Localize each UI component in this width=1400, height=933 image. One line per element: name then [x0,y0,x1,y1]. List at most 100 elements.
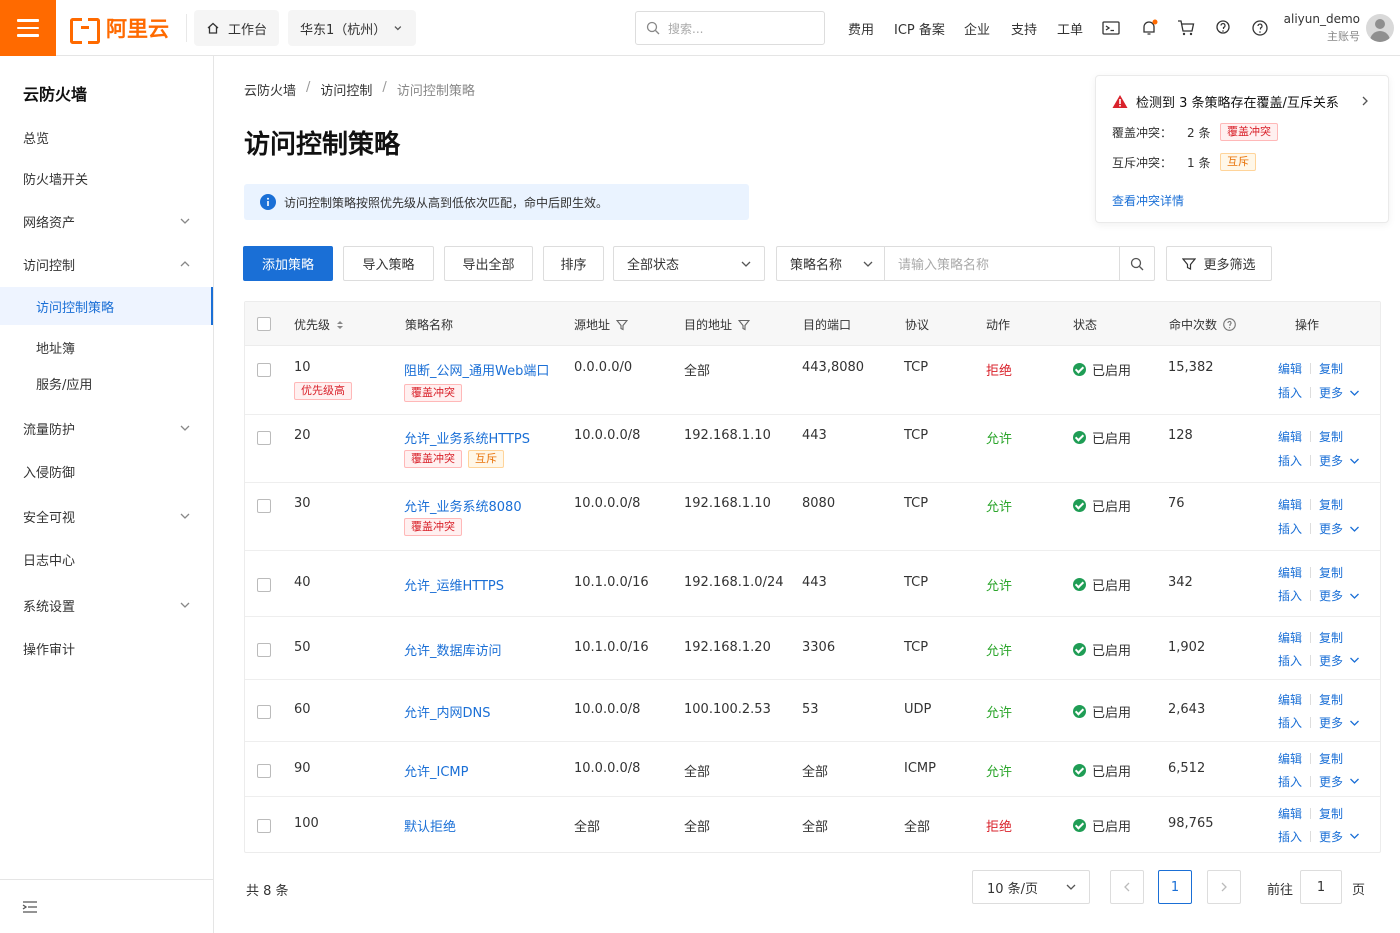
insert-link[interactable]: 插入 [1278,587,1302,604]
status-select[interactable]: 全部状态 [613,246,765,281]
page-1-button[interactable]: 1 [1158,870,1192,904]
search-field-select[interactable]: 策略名称 [776,246,885,281]
bell-icon[interactable] [1139,18,1159,38]
copy-link[interactable]: 复制 [1319,360,1343,377]
row-checkbox[interactable] [257,578,271,592]
prev-page-button[interactable] [1110,870,1144,904]
sidebar-item-access-policy[interactable]: 访问控制策略 [0,287,213,325]
row-checkbox[interactable] [257,642,271,657]
chevron-right-icon[interactable] [1360,95,1370,107]
sidebar-item-system-settings[interactable]: 系统设置 [0,587,213,623]
sidebar-item-services[interactable]: 服务/应用 [0,365,213,401]
more-link[interactable]: 更多 [1319,714,1360,731]
region-select[interactable]: 华东1（杭州） [288,10,416,46]
search-button[interactable] [1119,246,1155,281]
insert-link[interactable]: 插入 [1278,452,1302,469]
row-checkbox[interactable] [257,818,271,833]
insert-link[interactable]: 插入 [1278,773,1302,790]
policy-name-input[interactable]: 请输入策略名称 [884,246,1120,281]
copy-link[interactable]: 复制 [1319,629,1343,646]
col-priority[interactable]: 优先级 [294,316,344,333]
sidebar-item-overview[interactable]: 总览 [0,119,213,155]
copy-link[interactable]: 复制 [1319,750,1343,767]
edit-link[interactable]: 编辑 [1278,805,1302,822]
nav-enterprise[interactable]: 企业 [964,0,990,56]
copy-link[interactable]: 复制 [1319,496,1343,513]
more-link[interactable]: 更多 [1319,587,1360,604]
insert-link[interactable]: 插入 [1278,520,1302,537]
more-link[interactable]: 更多 [1319,773,1360,790]
question-icon[interactable] [1223,318,1236,331]
view-conflict-details-link[interactable]: 查看冲突详情 [1112,192,1184,209]
sidebar-item-address-book[interactable]: 地址簿 [0,329,213,365]
more-filters-button[interactable]: 更多筛选 [1166,246,1272,281]
sidebar-item-traffic-protection[interactable]: 流量防护 [0,410,213,446]
page-size-select[interactable]: 10 条/页 [972,870,1090,904]
edit-link[interactable]: 编辑 [1278,750,1302,767]
cell-policy-name[interactable]: 允许_ICMP [404,761,468,780]
sidebar-item-audit[interactable]: 操作审计 [0,630,213,666]
collapse-sidebar-icon[interactable] [22,900,38,914]
more-link[interactable]: 更多 [1319,828,1360,845]
hamburger-menu-icon[interactable] [0,0,56,56]
insert-link[interactable]: 插入 [1278,828,1302,845]
edit-link[interactable]: 编辑 [1278,629,1302,646]
breadcrumb-item[interactable]: 访问控制 [320,80,372,99]
copy-link[interactable]: 复制 [1319,428,1343,445]
copy-link[interactable]: 复制 [1319,564,1343,581]
more-link[interactable]: 更多 [1319,384,1360,401]
nav-support[interactable]: 支持 [1011,0,1037,56]
row-checkbox[interactable] [257,763,271,778]
sidebar-item-intrusion-prevention[interactable]: 入侵防御 [0,453,213,489]
question-icon[interactable] [1250,18,1270,38]
row-checkbox[interactable] [257,431,271,445]
next-page-button[interactable] [1207,870,1241,904]
cell-policy-name[interactable]: 允许_内网DNS [404,702,491,721]
breadcrumb-item[interactable]: 云防火墙 [244,80,296,99]
workbench-button[interactable]: 工作台 [194,10,280,46]
insert-link[interactable]: 插入 [1278,714,1302,731]
col-destination[interactable]: 目的地址 [684,316,751,333]
nav-ticket[interactable]: 工单 [1057,0,1083,56]
user-account[interactable]: aliyun_demo 主账号 [1282,12,1360,44]
sidebar-item-firewall-switch[interactable]: 防火墙开关 [0,160,213,196]
edit-link[interactable]: 编辑 [1278,428,1302,445]
cell-policy-name[interactable]: 允许_业务系统HTTPS [404,428,530,447]
copy-link[interactable]: 复制 [1319,805,1343,822]
sidebar-item-log-center[interactable]: 日志中心 [0,541,213,577]
export-all-button[interactable]: 导出全部 [444,246,533,281]
more-link[interactable]: 更多 [1319,652,1360,669]
sidebar-item-security-visibility[interactable]: 安全可视 [0,498,213,534]
cell-policy-name[interactable]: 允许_业务系统8080 [404,496,522,515]
cell-policy-name[interactable]: 允许_数据库访问 [404,640,502,659]
sidebar-item-network-assets[interactable]: 网络资产 [0,203,213,239]
row-checkbox[interactable] [257,499,271,513]
copy-link[interactable]: 复制 [1319,691,1343,708]
nav-fees[interactable]: 费用 [848,0,874,56]
cell-policy-name[interactable]: 允许_运维HTTPS [404,575,504,594]
edit-link[interactable]: 编辑 [1278,360,1302,377]
cart-icon[interactable] [1176,18,1196,38]
edit-link[interactable]: 编辑 [1278,496,1302,513]
edit-link[interactable]: 编辑 [1278,691,1302,708]
import-policy-button[interactable]: 导入策略 [343,246,434,281]
global-search-input[interactable]: 搜索... [635,11,825,45]
aliyun-logo[interactable]: 阿里云 [70,14,169,44]
more-link[interactable]: 更多 [1319,520,1360,537]
row-checkbox[interactable] [257,705,271,719]
col-source[interactable]: 源地址 [574,316,629,333]
nav-icp[interactable]: ICP 备案 [894,0,945,56]
cell-policy-name[interactable]: 阻断_公网_通用Web端口 [404,360,549,379]
insert-link[interactable]: 插入 [1278,384,1302,401]
goto-page-input[interactable]: 1 [1300,870,1342,904]
more-link[interactable]: 更多 [1319,452,1360,469]
sort-button[interactable]: 排序 [543,246,604,281]
help-location-icon[interactable] [1213,18,1233,38]
add-policy-button[interactable]: 添加策略 [243,246,333,281]
insert-link[interactable]: 插入 [1278,652,1302,669]
avatar[interactable] [1366,14,1394,42]
select-all-checkbox[interactable] [257,317,271,331]
row-checkbox[interactable] [257,363,271,377]
cell-policy-name[interactable]: 默认拒绝 [404,816,456,835]
terminal-icon[interactable] [1101,18,1121,38]
